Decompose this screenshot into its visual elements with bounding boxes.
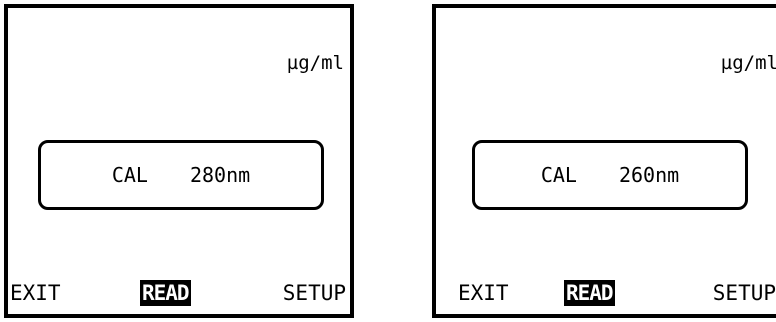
cal-label: CAL xyxy=(540,163,577,187)
wavelength-value: 280nm xyxy=(189,163,251,187)
cal-label: CAL xyxy=(111,163,148,187)
setup-softkey[interactable]: SETUP xyxy=(283,280,346,306)
softkey-bar: EXIT READ SETUP xyxy=(8,280,350,308)
read-softkey[interactable]: READ xyxy=(564,280,615,306)
exit-softkey[interactable]: EXIT xyxy=(10,280,61,306)
softkey-bar: EXIT READ SETUP xyxy=(436,280,776,308)
wavelength-value: 260nm xyxy=(618,163,680,187)
calibration-panel: CAL 260nm xyxy=(472,140,748,210)
read-softkey[interactable]: READ xyxy=(140,280,191,306)
exit-softkey[interactable]: EXIT xyxy=(458,280,509,306)
unit-label: µg/ml xyxy=(286,52,344,74)
instrument-display-260: µg/ml CAL 260nm EXIT READ SETUP xyxy=(432,4,776,318)
setup-softkey[interactable]: SETUP xyxy=(713,280,776,306)
calibration-panel: CAL 280nm xyxy=(38,140,324,210)
instrument-display-280: µg/ml CAL 280nm EXIT READ SETUP xyxy=(4,4,354,318)
unit-label: µg/ml xyxy=(720,52,776,74)
